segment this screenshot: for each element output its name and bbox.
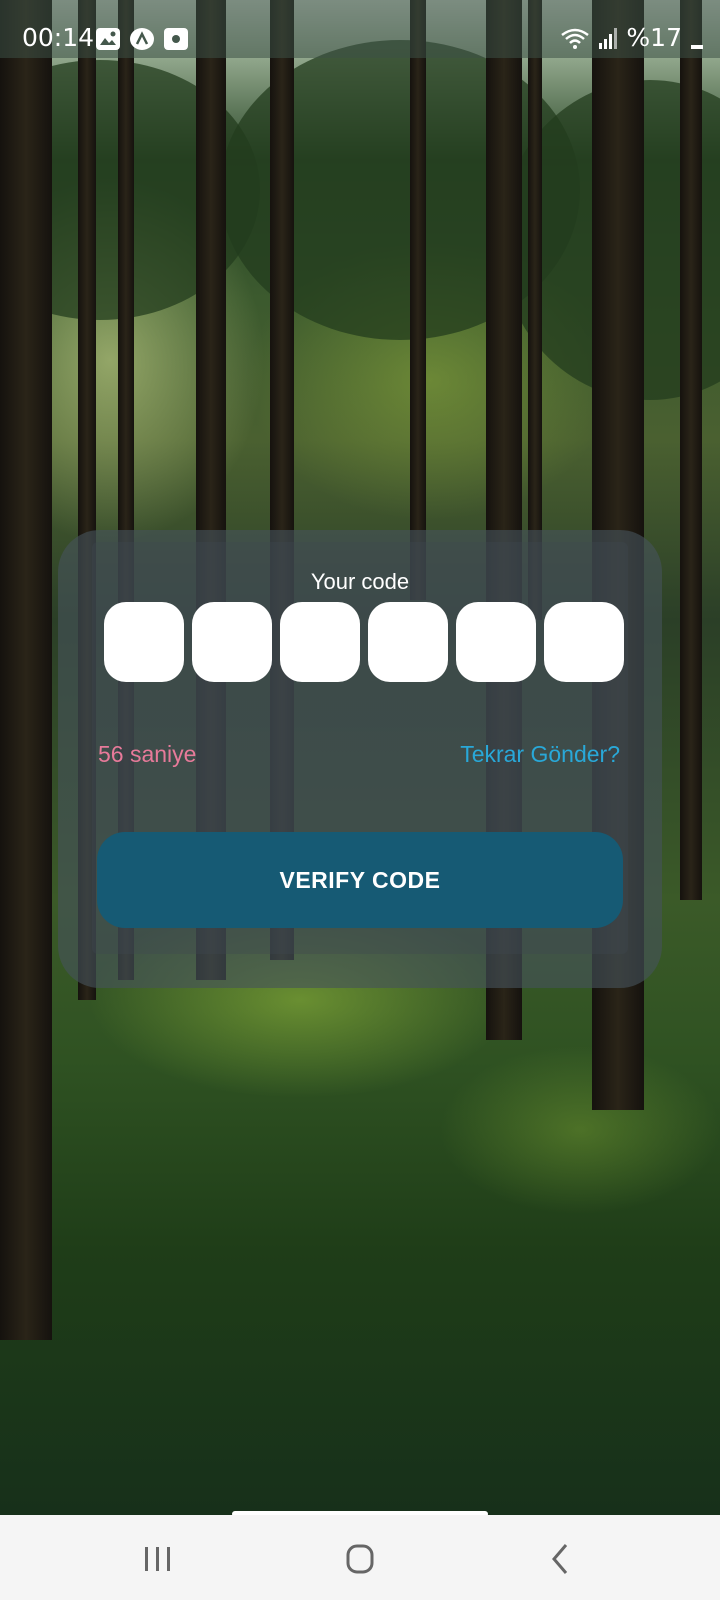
status-time: 00:14: [22, 23, 95, 52]
code-input-group: [104, 602, 624, 682]
code-digit-2[interactable]: [192, 602, 272, 682]
navigation-bar: [0, 1515, 720, 1600]
code-digit-1[interactable]: [104, 602, 184, 682]
verification-card: Your code 56 saniye Tekrar Gönder? VERIF…: [58, 530, 662, 988]
back-icon: [552, 1544, 568, 1574]
code-digit-3[interactable]: [280, 602, 360, 682]
status-system-icons: %17: [560, 24, 704, 52]
tree-trunk: [528, 0, 542, 620]
app-icon: [130, 28, 154, 50]
battery-percent: %17: [626, 23, 682, 52]
countdown-timer: 56 saniye: [98, 741, 197, 767]
code-digit-4[interactable]: [368, 602, 448, 682]
wifi-icon: [561, 28, 590, 49]
code-digit-5[interactable]: [456, 602, 536, 682]
status-notification-icons: [96, 28, 188, 50]
recents-button[interactable]: [128, 1539, 188, 1579]
code-digit-6[interactable]: [544, 602, 624, 682]
verify-code-button[interactable]: VERIFY CODE: [97, 832, 623, 928]
home-icon: [346, 1544, 374, 1574]
home-button[interactable]: [330, 1539, 390, 1579]
battery-icon: [691, 45, 703, 49]
tree-trunk: [0, 0, 52, 1340]
image-icon: [96, 28, 120, 50]
signal-icon: [599, 28, 618, 49]
resend-code-link[interactable]: Tekrar Gönder?: [460, 740, 620, 768]
status-bar: 00:14 %17: [0, 0, 720, 58]
back-button[interactable]: [530, 1539, 590, 1579]
recorder-icon: [164, 28, 188, 50]
tree-trunk: [680, 0, 702, 900]
recents-icon: [145, 1547, 170, 1571]
tree-trunk: [410, 0, 426, 600]
code-label: Your code: [310, 569, 410, 594]
